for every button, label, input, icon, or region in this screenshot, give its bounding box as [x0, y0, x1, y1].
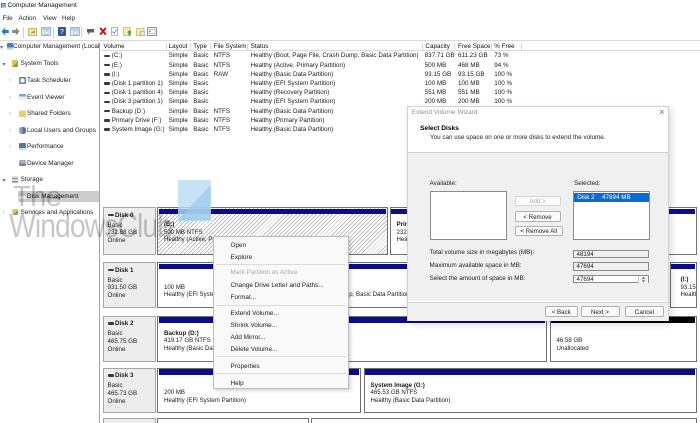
- svg-text:?: ?: [60, 29, 64, 36]
